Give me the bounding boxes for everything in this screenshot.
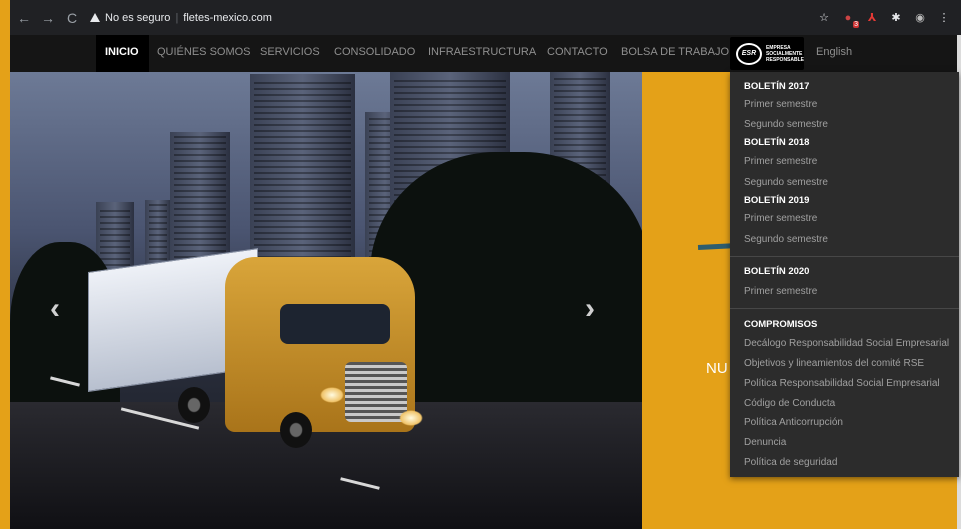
dropdown-item[interactable]: Segundo semestre [744, 234, 828, 245]
menu-dots-icon[interactable]: ⋮ [937, 11, 951, 25]
esr-text: EMPRESA SOCIALMENTE RESPONSABLE [766, 45, 804, 63]
dropdown-item[interactable]: Política de seguridad [744, 457, 837, 468]
extension-badge-icon[interactable]: ● 3 [841, 11, 859, 28]
slider-next-icon[interactable]: › [585, 292, 595, 326]
dropdown-divider [730, 308, 959, 309]
dropdown-item[interactable]: Primer semestre [744, 156, 817, 167]
dropdown-item[interactable]: Primer semestre [744, 286, 817, 297]
browser-toolbar: ← → C No es seguro | fletes-mexico.com ☆… [10, 0, 961, 35]
nav-item-english[interactable]: English [816, 46, 852, 58]
banner-heading: NU [706, 360, 728, 377]
url-text[interactable]: fletes-mexico.com [183, 12, 272, 24]
dropdown-item[interactable]: Código de Conducta [744, 398, 835, 409]
dropdown-heading-boletin-2019: BOLETÍN 2019 [744, 195, 810, 206]
avatar-icon[interactable]: ◉ [913, 11, 927, 25]
nav-item-servicios[interactable]: SERVICIOS [260, 46, 320, 58]
truck-windshield [280, 304, 390, 344]
nav-item-contacto[interactable]: CONTACTO [547, 46, 608, 58]
esr-logo[interactable]: ESR EMPRESA SOCIALMENTE RESPONSABLE [730, 37, 804, 70]
hero-slider: ‹ › [10, 72, 642, 529]
slider-prev-icon[interactable]: ‹ [50, 292, 60, 326]
site-navigation: INICIO QUIÉNES SOMOS SERVICIOS CONSOLIDA… [10, 35, 957, 72]
esr-text-line-3: RESPONSABLE [765, 56, 804, 63]
back-arrow-icon[interactable]: ← [14, 10, 34, 26]
dropdown-item[interactable]: Denuncia [744, 437, 786, 448]
extension-badge-count: 3 [853, 20, 859, 28]
star-icon[interactable]: ☆ [817, 11, 831, 25]
dropdown-divider [730, 256, 959, 257]
dropdown-item[interactable]: Segundo semestre [744, 177, 828, 188]
security-label[interactable]: No es seguro [105, 12, 170, 24]
esr-text-line-2: SOCIALMENTE [765, 50, 803, 57]
nav-item-inicio[interactable]: INICIO [105, 46, 139, 58]
wheel [178, 387, 210, 423]
extension-icons: ☆ ● 3 ⅄ ✱ ◉ ⋮ [817, 11, 951, 28]
dropdown-item[interactable]: Política Responsabilidad Social Empresar… [744, 378, 940, 389]
reload-icon[interactable]: C [62, 10, 82, 26]
dropdown-item[interactable]: Primer semestre [744, 99, 817, 110]
puzzle-icon[interactable]: ✱ [889, 11, 903, 25]
dropdown-item[interactable]: Política Anticorrupción [744, 417, 843, 428]
dropdown-item[interactable]: Objetivos y lineamientos del comité RSE [744, 358, 924, 369]
forward-arrow-icon[interactable]: → [38, 10, 58, 26]
dropdown-heading-compromisos: COMPROMISOS [744, 319, 818, 330]
dropdown-item[interactable]: Decálogo Responsabilidad Social Empresar… [744, 338, 949, 349]
headlight [399, 410, 423, 426]
url-separator: | [175, 11, 179, 24]
page: ← → C No es seguro | fletes-mexico.com ☆… [0, 0, 961, 529]
nav-item-consolidado[interactable]: CONSOLIDADO [334, 46, 415, 58]
dropdown-heading-boletin-2017: BOLETÍN 2017 [744, 81, 810, 92]
address-bar[interactable]: No es seguro | fletes-mexico.com [90, 6, 817, 30]
esr-dropdown-menu: BOLETÍN 2017 Primer semestre Segundo sem… [730, 72, 959, 477]
nav-item-quienes-somos[interactable]: QUIÉNES SOMOS [157, 46, 251, 58]
dropdown-item[interactable]: Segundo semestre [744, 119, 828, 130]
truck-grille [345, 362, 407, 422]
pdf-icon[interactable]: ⅄ [865, 11, 879, 25]
esr-mark: ESR [736, 42, 762, 65]
wheel [280, 412, 312, 448]
dropdown-heading-boletin-2018: BOLETÍN 2018 [744, 137, 810, 148]
dropdown-heading-boletin-2020: BOLETÍN 2020 [744, 266, 810, 277]
dropdown-item[interactable]: Primer semestre [744, 213, 817, 224]
warning-icon [90, 13, 100, 22]
nav-item-bolsa-de-trabajo[interactable]: BOLSA DE TRABAJO [621, 46, 729, 58]
nav-item-infraestructura[interactable]: INFRAESTRUCTURA [428, 46, 536, 58]
headlight [320, 387, 344, 403]
